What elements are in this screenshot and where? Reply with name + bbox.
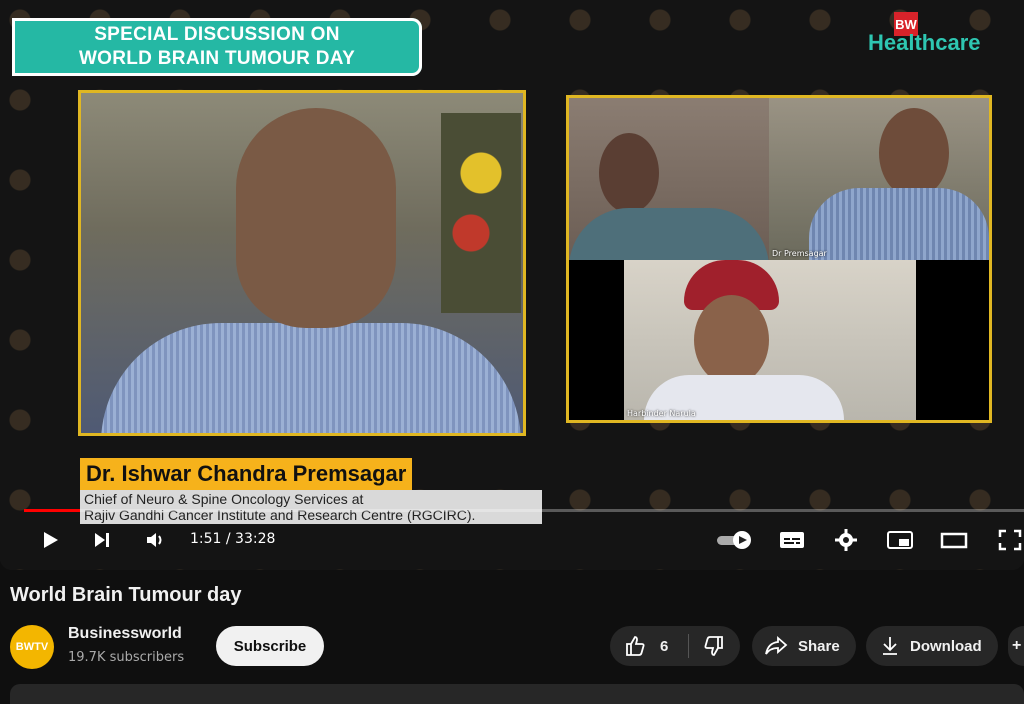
fullscreen-button[interactable] (996, 526, 1024, 554)
share-icon (765, 636, 788, 655)
participant-body (809, 188, 989, 260)
download-button[interactable]: Download (866, 626, 998, 666)
subscriber-count: 19.7K subscribers (68, 650, 185, 665)
participant-tile-2: Dr Premsagar (769, 98, 989, 260)
speaker-shirt (101, 323, 521, 433)
player-controls: 1:51 / 33:28 (0, 518, 1024, 562)
channel-name[interactable]: Businessworld (68, 625, 182, 643)
more-actions-button[interactable]: + (1008, 626, 1024, 666)
volume-icon (147, 533, 162, 547)
share-button[interactable]: Share (752, 626, 856, 666)
thumbs-up-icon (626, 636, 645, 656)
discussion-banner: SPECIAL DISCUSSION ON WORLD BRAIN TUMOUR… (12, 18, 422, 76)
download-icon (883, 637, 897, 655)
settings-button[interactable] (832, 526, 860, 554)
time-display: 1:51 / 33:28 (190, 531, 276, 547)
speaker-name-bar: Dr. Ishwar Chandra Premsagar (80, 458, 413, 490)
speaker-title-line-1: Chief of Neuro & Spine Oncology Services… (84, 491, 364, 507)
autoplay-toggle[interactable] (716, 526, 754, 554)
participant-head (599, 133, 659, 213)
video-title: World Brain Tumour day (10, 584, 242, 606)
miniplayer-button[interactable] (886, 526, 914, 554)
description-box[interactable] (10, 684, 1024, 704)
dislike-button[interactable] (689, 626, 725, 666)
participant-tile-1 (569, 98, 769, 260)
theater-icon (940, 532, 968, 549)
captions-icon (780, 532, 804, 548)
next-button[interactable] (88, 526, 116, 554)
participant-tile-3: Harbinder Narula (624, 260, 916, 420)
participant-head (879, 108, 949, 198)
video-player[interactable]: SPECIAL DISCUSSION ON WORLD BRAIN TUMOUR… (0, 0, 1024, 570)
progress-bar[interactable] (24, 509, 1024, 512)
speaker-face (236, 108, 396, 328)
miniplayer-icon (887, 531, 913, 549)
autoplay-toggle-icon (717, 531, 751, 549)
more-icon: + (1012, 637, 1022, 654)
main-speaker-video (78, 90, 526, 436)
gear-icon (835, 529, 857, 551)
play-icon (44, 532, 58, 548)
fullscreen-icon (998, 529, 1022, 551)
subtitles-button[interactable] (778, 526, 806, 554)
play-button[interactable] (36, 526, 64, 554)
subscribe-button[interactable]: Subscribe (216, 626, 324, 666)
like-count: 6 (660, 637, 669, 655)
participant-label: Harbinder Narula (627, 409, 696, 418)
flowers-background (441, 113, 521, 313)
volume-button[interactable] (142, 526, 170, 554)
participant-label: Dr Premsagar (772, 249, 827, 258)
banner-line-2: WORLD BRAIN TUMOUR DAY (78, 48, 356, 69)
theater-mode-button[interactable] (940, 526, 968, 554)
share-label: Share (798, 637, 840, 655)
participant-head (694, 295, 769, 385)
like-button[interactable]: 6 (610, 626, 668, 666)
progress-played (24, 509, 80, 512)
channel-avatar[interactable]: BWTV (10, 625, 54, 669)
participants-grid: Dr Premsagar Harbinder Narula (566, 95, 992, 423)
banner-line-1: SPECIAL DISCUSSION ON (94, 24, 340, 45)
thumbs-down-icon (704, 636, 724, 656)
like-dislike-group: 6 (610, 626, 740, 666)
download-label: Download (910, 637, 982, 655)
participant-body (569, 208, 769, 260)
skip-next-icon (95, 533, 109, 547)
healthcare-brand-logo: Healthcare (868, 30, 981, 55)
